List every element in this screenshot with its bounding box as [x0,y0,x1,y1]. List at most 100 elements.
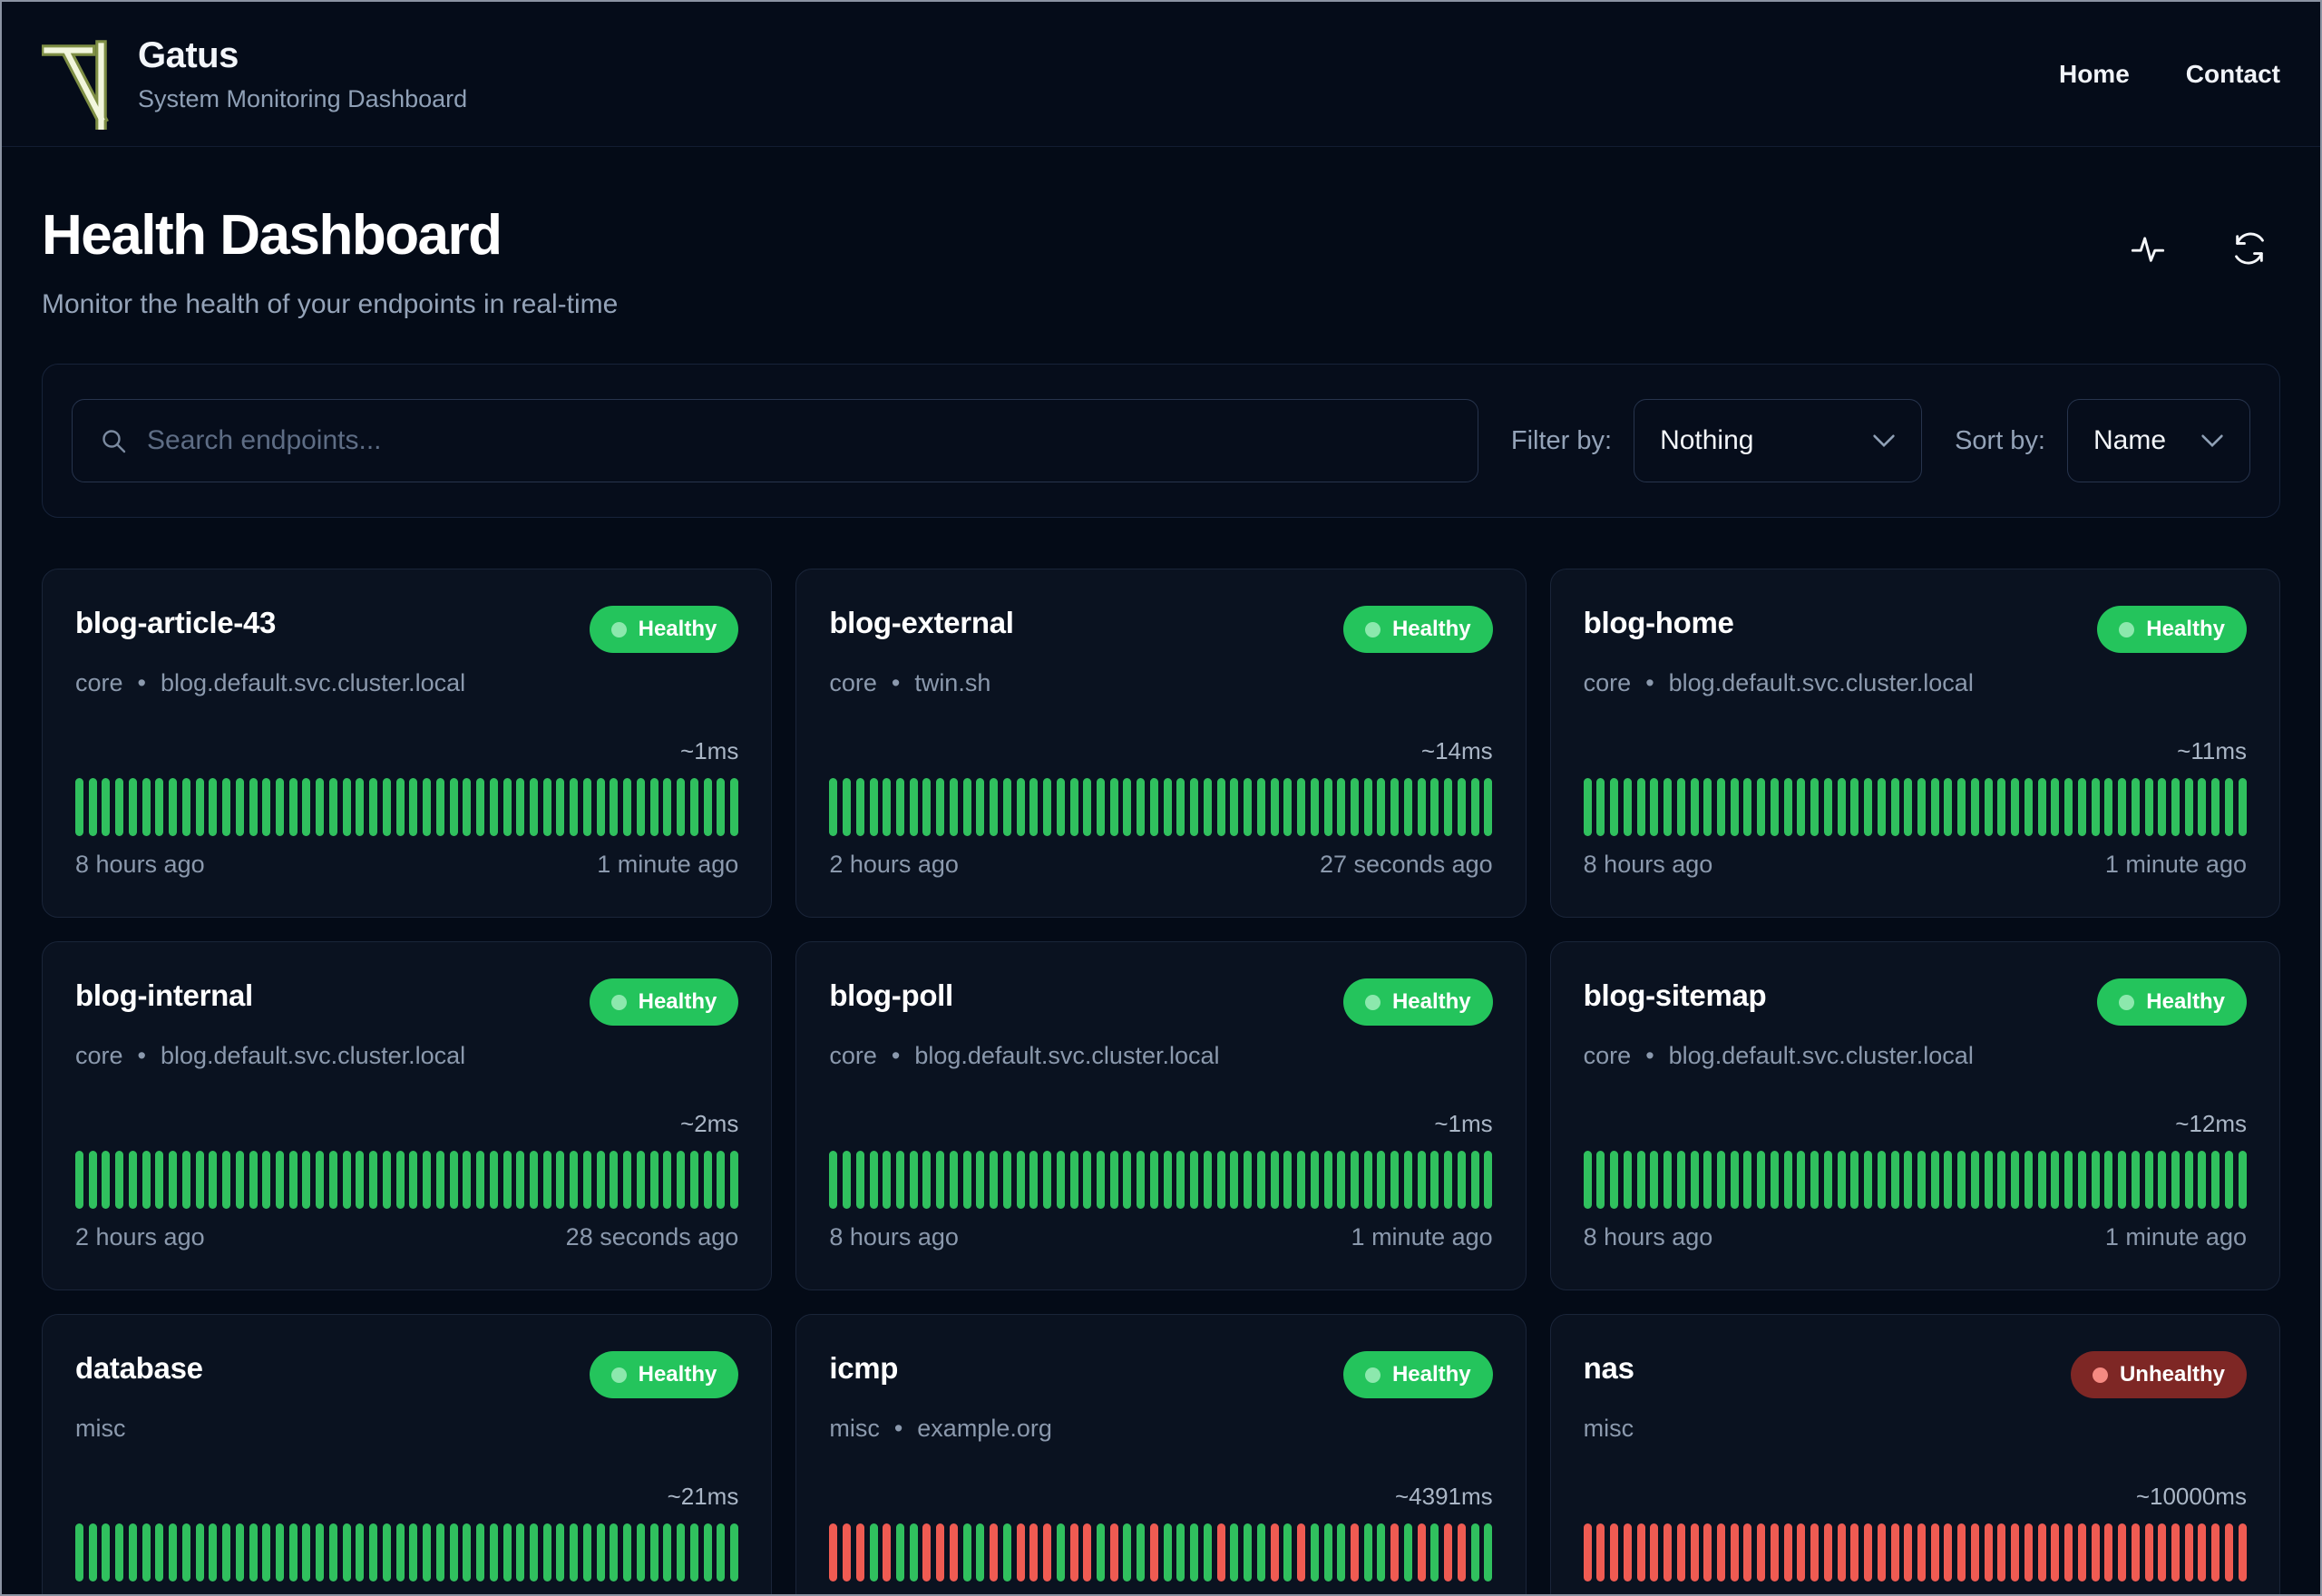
history-bar[interactable] [1203,1523,1212,1581]
endpoint-card[interactable]: blog-sitemap Healthy core • blog.default… [1549,941,2280,1290]
history-bar[interactable] [1029,1151,1039,1209]
history-bar[interactable] [689,1523,698,1581]
history-bar[interactable] [1002,778,1011,836]
history-bar[interactable] [1930,1151,1939,1209]
history-bar[interactable] [843,1151,852,1209]
history-bar[interactable] [1663,1151,1673,1209]
history-bar[interactable] [2118,1151,2127,1209]
history-bar[interactable] [2238,778,2247,836]
history-bar[interactable] [328,1523,337,1581]
history-bar[interactable] [1610,1523,1619,1581]
history-bar[interactable] [195,778,204,836]
history-bar[interactable] [1163,778,1172,836]
history-bar[interactable] [1230,1523,1239,1581]
history-bar[interactable] [1610,778,1619,836]
history-bar[interactable] [1377,1151,1386,1209]
history-bar[interactable] [1203,778,1212,836]
history-bar[interactable] [1703,1523,1712,1581]
history-bar[interactable] [1623,1523,1632,1581]
history-bar[interactable] [1837,1523,1846,1581]
history-bar[interactable] [115,1523,124,1581]
history-bar[interactable] [1743,1151,1752,1209]
history-bar[interactable] [2224,1151,2233,1209]
history-bar[interactable] [2064,1523,2073,1581]
history-bar[interactable] [529,778,538,836]
history-bar[interactable] [1717,1151,1725,1209]
history-bar[interactable] [1176,1151,1185,1209]
filter-select[interactable]: Nothing [1634,399,1923,482]
history-bar[interactable] [1957,778,1966,836]
history-bar[interactable] [209,1523,218,1581]
history-bar[interactable] [1596,778,1605,836]
history-bar[interactable] [1770,1523,1779,1581]
history-bar[interactable] [1484,1523,1493,1581]
history-bar[interactable] [1310,778,1319,836]
history-bar[interactable] [2171,1151,2180,1209]
history-bar[interactable] [423,778,432,836]
history-bar[interactable] [1997,1151,2006,1209]
history-bar[interactable] [1297,778,1306,836]
history-bar[interactable] [1363,778,1372,836]
history-bar[interactable] [2158,1151,2167,1209]
endpoint-card[interactable]: blog-poll Healthy core • blog.default.sv… [795,941,1527,1290]
history-bar[interactable] [316,1523,325,1581]
history-bar[interactable] [829,1151,838,1209]
history-bar[interactable] [141,1523,151,1581]
history-bar[interactable] [1230,778,1239,836]
history-bar[interactable] [689,778,698,836]
history-bar[interactable] [623,778,632,836]
history-bar[interactable] [1256,778,1265,836]
history-bar[interactable] [1297,1151,1306,1209]
history-bar[interactable] [1149,778,1158,836]
history-bar[interactable] [75,1151,83,1209]
history-bar[interactable] [2144,778,2153,836]
history-bar[interactable] [869,1151,878,1209]
history-bar[interactable] [262,1523,271,1581]
history-bar[interactable] [1823,778,1832,836]
history-bar[interactable] [1797,1523,1806,1581]
history-bar[interactable] [181,778,190,836]
history-bar[interactable] [2011,778,2020,836]
history-bar[interactable] [1083,778,1092,836]
history-bar[interactable] [1123,1523,1132,1581]
history-bar[interactable] [636,1151,645,1209]
endpoint-card[interactable]: blog-internal Healthy core • blog.defaul… [42,941,773,1290]
history-bar[interactable] [677,1523,686,1581]
history-bar[interactable] [288,778,298,836]
history-bar[interactable] [1703,1151,1712,1209]
history-bar[interactable] [463,778,472,836]
history-bar[interactable] [1043,1523,1052,1581]
history-bar[interactable] [677,778,686,836]
history-bar[interactable] [1890,1151,1899,1209]
history-bar[interactable] [276,778,285,836]
history-bar[interactable] [1283,778,1293,836]
history-bar[interactable] [949,1523,958,1581]
history-bar[interactable] [1904,1151,1913,1209]
history-bar[interactable] [729,1523,738,1581]
history-bar[interactable] [1864,778,1873,836]
history-bar[interactable] [1216,1523,1225,1581]
history-bar[interactable] [2144,1523,2153,1581]
history-bar[interactable] [1029,778,1039,836]
history-bar[interactable] [1323,1151,1332,1209]
history-bar[interactable] [2051,778,2060,836]
history-bar[interactable] [922,778,932,836]
history-bar[interactable] [316,1151,325,1209]
history-bar[interactable] [717,778,726,836]
history-bar[interactable] [855,778,864,836]
history-bar[interactable] [1350,1523,1359,1581]
history-bar[interactable] [623,1523,632,1581]
history-bar[interactable] [102,1151,111,1209]
history-bar[interactable] [423,1151,432,1209]
history-bar[interactable] [1484,778,1493,836]
history-bar[interactable] [1390,778,1400,836]
history-bar[interactable] [1176,778,1185,836]
history-bar[interactable] [409,1523,418,1581]
history-bar[interactable] [1997,1523,2006,1581]
history-bar[interactable] [542,1523,551,1581]
history-bar[interactable] [1230,1151,1239,1209]
history-bar[interactable] [476,1523,485,1581]
history-bar[interactable] [1583,1151,1592,1209]
history-bar[interactable] [855,1151,864,1209]
history-bar[interactable] [1056,1151,1065,1209]
